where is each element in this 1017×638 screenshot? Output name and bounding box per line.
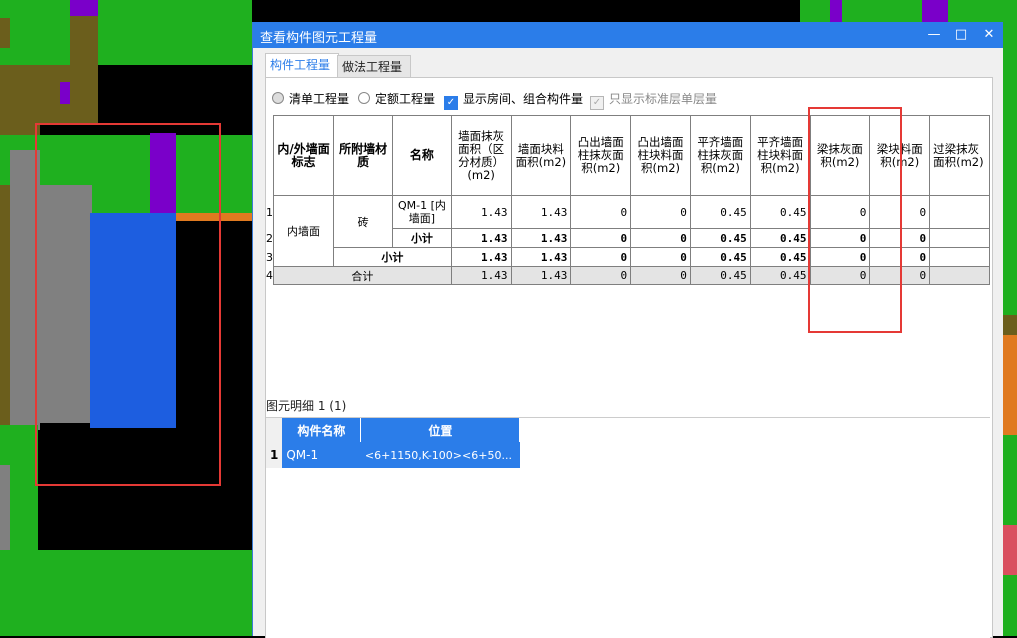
row-number-header [266,418,283,442]
value-cell[interactable]: 0.45 [689,195,751,229]
close-icon[interactable]: ✕ [978,25,1000,45]
header-cell[interactable]: 过梁抹灰面积(m2) [929,115,990,196]
cad-block-green-right-bottom [1002,575,1017,636]
highlight-box-column [808,107,902,333]
dialog-titlebar[interactable]: 查看构件图元工程量 — □ ✕ [253,22,1003,48]
value-cell[interactable] [929,247,990,267]
row-number: 4 [266,266,274,285]
header-cell[interactable]: 内/外墙面标志 [272,115,335,196]
name-cell[interactable]: QM-1 [内墙面] [392,195,452,229]
cad-block-olive-left [0,65,40,135]
cad-block-pink-right [1002,525,1017,575]
header-cell[interactable]: 墙面块料面积(m2) [510,115,572,196]
value-cell[interactable]: 0.45 [689,228,751,248]
cad-block-olive-right [1002,315,1017,335]
cad-block-gray-left-low [0,465,10,550]
value-cell[interactable] [929,266,990,285]
detail-header-row: 构件名称 位置 [266,418,521,442]
radio-dinge[interactable]: 定额工程量 [358,90,435,108]
total-label-cell[interactable]: 合计 [273,266,452,285]
value-cell[interactable]: 1.43 [450,195,512,229]
value-cell[interactable]: 1.43 [450,247,512,267]
row-number-header [266,115,274,196]
checkbox-show-room-label: 显示房间、组合构件量 [463,92,584,106]
checkbox-std-floor-label: 只显示标准层单层量 [609,92,718,106]
cad-block-green-bottom [0,550,252,636]
cad-block-green-bottom-band [38,550,252,554]
value-cell[interactable]: 0 [630,228,691,248]
detail-table: 构件名称 位置 1 QM-1 <6+1150,K-100><6+50... [266,418,521,468]
header-cell[interactable]: 平齐墙面柱块料面积(m2) [749,115,811,196]
maximize-icon[interactable]: □ [950,25,972,45]
value-cell[interactable]: 0 [570,228,632,248]
row-number: 1 [266,195,274,229]
cad-block-green-right-low [1002,435,1017,525]
subtotal-label-cell[interactable]: 小计 [392,228,452,248]
cad-block-purple-topright2 [922,0,948,22]
header-cell[interactable]: 名称 [392,115,452,196]
cad-block-purple-top [70,0,98,16]
header-cell[interactable]: 凸出墙面柱块料面积(m2) [630,115,691,196]
value-cell[interactable]: 1.43 [450,228,512,248]
header-cell[interactable]: 平齐墙面柱抹灰面积(m2) [689,115,751,196]
value-cell[interactable]: 0.45 [749,195,811,229]
radio-qingdan-label: 清单工程量 [289,92,350,106]
wall-flag-cell[interactable]: 内墙面 [272,195,335,267]
cad-block-olive-left-low [0,185,10,425]
value-cell[interactable]: 0.45 [689,266,751,285]
cad-block-purple-left [0,18,10,48]
value-cell[interactable]: 1.43 [510,247,572,267]
tab-component-quantity[interactable]: 构件工程量 [265,53,339,78]
value-cell[interactable]: 1.43 [450,266,512,285]
value-cell[interactable]: 0.45 [749,266,811,285]
value-cell[interactable]: 0 [630,266,691,285]
detail-title: 图元明细 1 (1) [266,399,347,413]
header-cell[interactable]: 构件名称 [282,418,362,442]
subtotal-label-cell[interactable]: 小计 [333,247,452,267]
tab-method-quantity[interactable]: 做法工程量 [337,55,411,78]
value-cell[interactable]: 0.45 [689,247,751,267]
value-cell[interactable]: 1.43 [510,266,572,285]
cad-block-orange-right [1002,335,1017,435]
value-cell[interactable]: 0 [630,247,691,267]
detail-grid[interactable]: 构件名称 位置 1 QM-1 <6+1150,K-100><6+50... [266,417,990,638]
radio-dinge-label: 定额工程量 [375,92,436,106]
header-cell[interactable]: 墙面抹灰面积（区分材质）(m2) [450,115,512,196]
checkbox-checked-icon: ✓ [444,96,458,110]
value-cell[interactable] [929,228,990,248]
header-cell[interactable]: 所附墙材质 [333,115,394,196]
cad-block-purple-mid [60,82,70,104]
dialog-title: 查看构件图元工程量 [260,31,378,46]
checkbox-show-room[interactable]: ✓ 显示房间、组合构件量 [444,90,584,110]
checkbox-disabled-icon: ✓ [590,96,604,110]
header-cell[interactable]: 位置 [360,418,521,442]
position-cell[interactable]: <6+1150,K-100><6+50... [360,442,520,468]
row-number: 1 [266,442,283,468]
value-cell[interactable]: 0 [630,195,691,229]
radio-icon [358,92,370,104]
radio-qingdan[interactable]: 清单工程量 [272,90,349,108]
value-cell[interactable]: 1.43 [510,228,572,248]
checkbox-std-floor: ✓ 只显示标准层单层量 [590,90,718,110]
cad-block-green-top [0,0,252,65]
header-cell[interactable]: 凸出墙面柱抹灰面积(m2) [570,115,632,196]
value-cell[interactable] [929,195,990,229]
value-cell[interactable]: 1.43 [510,195,572,229]
radio-icon [272,92,284,104]
cad-block-purple-topright1 [830,0,842,22]
cad-block-green-right-top [1002,0,1017,315]
minimize-icon[interactable]: — [923,25,945,45]
detail-row[interactable]: 1 QM-1 <6+1150,K-100><6+50... [266,442,520,468]
material-cell[interactable]: 砖 [333,195,394,248]
row-number: 2 [266,228,274,248]
value-cell[interactable]: 0 [570,266,632,285]
row-number: 3 [266,247,274,267]
value-cell[interactable]: 0 [570,247,632,267]
value-cell[interactable]: 0.45 [749,228,811,248]
value-cell[interactable]: 0.45 [749,247,811,267]
highlight-box-canvas [35,123,221,486]
value-cell[interactable]: 0 [570,195,632,229]
component-name-cell[interactable]: QM-1 [282,442,361,468]
